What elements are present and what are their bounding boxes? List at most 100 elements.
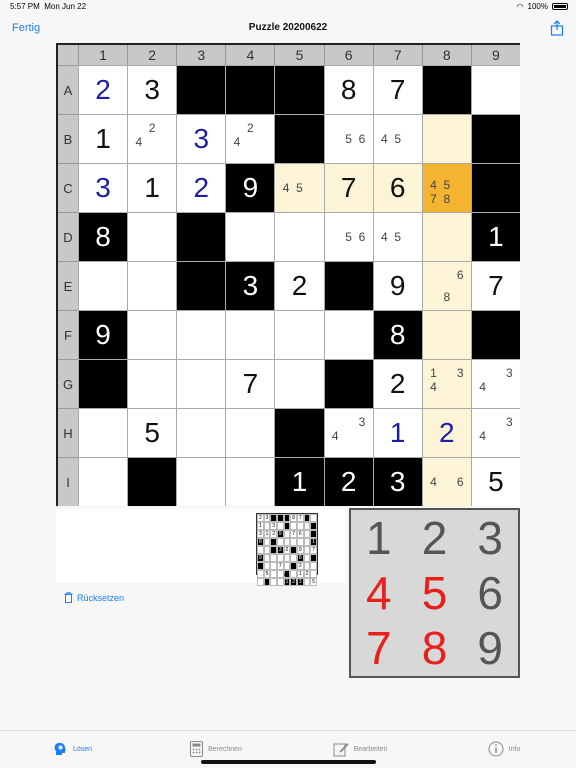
cell-B7[interactable]: 45 xyxy=(372,114,422,163)
cell-C7[interactable]: 6 xyxy=(372,163,422,212)
cell-A2[interactable]: 3 xyxy=(127,65,177,114)
cell-B6[interactable]: 56 xyxy=(323,114,373,163)
head-bulb-icon xyxy=(52,741,68,759)
cell-C2[interactable]: 1 xyxy=(127,163,177,212)
cell-B1[interactable]: 1 xyxy=(78,114,128,163)
cell-G8[interactable]: 1 3 4 xyxy=(421,359,471,408)
cell-I6[interactable]: 2 xyxy=(323,457,373,506)
cell-E6[interactable] xyxy=(323,261,373,310)
cell-I7[interactable]: 3 xyxy=(372,457,422,506)
cell-C8[interactable]: 4578 xyxy=(421,163,471,212)
cell-C6[interactable]: 7 xyxy=(323,163,373,212)
cell-C9[interactable] xyxy=(470,163,520,212)
candidate: 4 xyxy=(135,135,143,149)
cell-F9[interactable] xyxy=(470,310,520,359)
key-7[interactable]: 7 xyxy=(351,621,407,676)
cell-D1[interactable]: 8 xyxy=(78,212,128,261)
cell-B2[interactable]: 24 xyxy=(127,114,177,163)
cell-B9[interactable] xyxy=(470,114,520,163)
mini-cell xyxy=(290,546,297,554)
cell-G6[interactable] xyxy=(323,359,373,408)
cell-H2[interactable]: 5 xyxy=(127,408,177,457)
cell-C1[interactable]: 3 xyxy=(78,163,128,212)
cell-A8[interactable] xyxy=(421,65,471,114)
cell-F6[interactable] xyxy=(323,310,373,359)
cell-B3[interactable]: 3 xyxy=(176,114,226,163)
cell-A6[interactable]: 8 xyxy=(323,65,373,114)
cell-G7[interactable]: 2 xyxy=(372,359,422,408)
cell-D7[interactable]: 45 xyxy=(372,212,422,261)
cell-I8[interactable]: 46 xyxy=(421,457,471,506)
cell-E2[interactable] xyxy=(127,261,177,310)
cell-A5[interactable] xyxy=(274,65,324,114)
cell-H1[interactable] xyxy=(78,408,128,457)
cell-B8[interactable] xyxy=(421,114,471,163)
cell-I9[interactable]: 5 xyxy=(470,457,520,506)
cell-H9[interactable]: 34 xyxy=(470,408,520,457)
key-9[interactable]: 9 xyxy=(462,621,518,676)
cell-G4[interactable]: 7 xyxy=(225,359,275,408)
cell-I2[interactable] xyxy=(127,457,177,506)
cell-H4[interactable] xyxy=(225,408,275,457)
cell-G1[interactable] xyxy=(78,359,128,408)
cell-G9[interactable]: 34 xyxy=(470,359,520,408)
cell-G3[interactable] xyxy=(176,359,226,408)
cell-G5[interactable] xyxy=(274,359,324,408)
cell-H6[interactable]: 34 xyxy=(323,408,373,457)
share-icon[interactable] xyxy=(550,20,564,36)
cell-A1[interactable]: 2 xyxy=(78,65,128,114)
cell-A4[interactable] xyxy=(225,65,275,114)
cell-D5[interactable] xyxy=(274,212,324,261)
cell-A9[interactable] xyxy=(470,65,520,114)
cell-D9[interactable]: 1 xyxy=(470,212,520,261)
candidate xyxy=(230,121,243,135)
cell-H7[interactable]: 1 xyxy=(372,408,422,457)
tab-0[interactable]: Lösen xyxy=(0,731,144,768)
candidate xyxy=(391,219,404,230)
cell-G2[interactable] xyxy=(127,359,177,408)
cell-F3[interactable] xyxy=(176,310,226,359)
cell-E1[interactable] xyxy=(78,261,128,310)
cell-F1[interactable]: 9 xyxy=(78,310,128,359)
key-8[interactable]: 8 xyxy=(407,621,463,676)
cell-C4[interactable]: 9 xyxy=(225,163,275,212)
key-1[interactable]: 1 xyxy=(351,510,407,565)
key-5[interactable]: 5 xyxy=(407,565,463,620)
cell-F8[interactable] xyxy=(421,310,471,359)
cell-E4[interactable]: 3 xyxy=(225,261,275,310)
cell-D8[interactable] xyxy=(421,212,471,261)
cell-C3[interactable]: 2 xyxy=(176,163,226,212)
cell-E9[interactable]: 7 xyxy=(470,261,520,310)
cell-B5[interactable] xyxy=(274,114,324,163)
cell-D3[interactable] xyxy=(176,212,226,261)
cell-F2[interactable] xyxy=(127,310,177,359)
cell-B4[interactable]: 24 xyxy=(225,114,275,163)
cell-F7[interactable]: 8 xyxy=(372,310,422,359)
cell-H5[interactable] xyxy=(274,408,324,457)
cell-C5[interactable]: 45 xyxy=(274,163,324,212)
cell-H8[interactable]: 2 xyxy=(421,408,471,457)
cell-I1[interactable] xyxy=(78,457,128,506)
cell-F5[interactable] xyxy=(274,310,324,359)
tab-3[interactable]: Info xyxy=(432,731,576,768)
cell-D6[interactable]: 56 xyxy=(323,212,373,261)
cell-F4[interactable] xyxy=(225,310,275,359)
cell-E7[interactable]: 9 xyxy=(372,261,422,310)
key-2[interactable]: 2 xyxy=(407,510,463,565)
cell-I5[interactable]: 1 xyxy=(274,457,324,506)
cell-E5[interactable]: 2 xyxy=(274,261,324,310)
wifi-icon: ◠ xyxy=(516,2,524,11)
cell-E3[interactable] xyxy=(176,261,226,310)
cell-I3[interactable] xyxy=(176,457,226,506)
cell-E8[interactable]: 68 xyxy=(421,261,471,310)
key-4[interactable]: 4 xyxy=(351,565,407,620)
cell-I4[interactable] xyxy=(225,457,275,506)
cell-D4[interactable] xyxy=(225,212,275,261)
key-3[interactable]: 3 xyxy=(462,510,518,565)
key-6[interactable]: 6 xyxy=(462,565,518,620)
reset-button[interactable]: Rücksetzen xyxy=(64,592,124,603)
cell-H3[interactable] xyxy=(176,408,226,457)
cell-A3[interactable] xyxy=(176,65,226,114)
cell-D2[interactable] xyxy=(127,212,177,261)
cell-A7[interactable]: 7 xyxy=(372,65,422,114)
